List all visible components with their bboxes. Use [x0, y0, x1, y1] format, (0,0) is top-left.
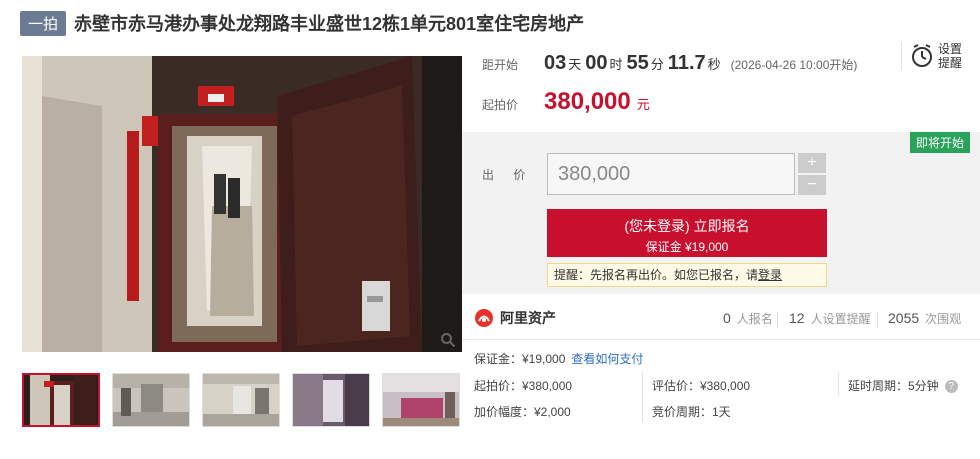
detail-divider [838, 372, 839, 396]
signup-button[interactable]: (您未登录) 立即报名 保证金 ¥19,000 [547, 209, 827, 257]
thumbnail-strip [22, 373, 472, 427]
stats-row: 阿里资产 0 人报名 12 人设置提醒 2055 次围观 [462, 300, 980, 340]
auction-round-tag: 一拍 [20, 10, 67, 36]
payment-help-link[interactable]: 查看如何支付 [571, 352, 643, 366]
delay-period-text: 延时周期：5分钟 [848, 379, 939, 393]
countdown-seconds: 11.7 [667, 52, 706, 74]
thumbnail-5[interactable] [382, 373, 460, 427]
detail-divider [642, 372, 643, 422]
view-count-label: 次围观 [925, 312, 962, 326]
decrease-bid-button[interactable]: − [798, 175, 826, 195]
countdown-minutes-unit: 分 [650, 57, 664, 72]
bid-panel: 即将开始 出 价 380,000 + − (您未登录) 立即报名 保证金 ¥19… [462, 132, 980, 294]
countdown-row: 距开始 03 天 00 时 55 分 11.7 秒 (2026-04-26 10… [482, 52, 857, 75]
thumbnail-1[interactable] [22, 373, 100, 427]
starting-price-value: 380,000 [544, 88, 631, 115]
bid-label: 出 价 [482, 168, 534, 182]
deposit-row: 保证金：¥19,000 查看如何支付 [474, 350, 643, 367]
reminder-count: 12 人设置提醒 [789, 310, 871, 327]
starting-price-label: 起拍价 [482, 98, 519, 112]
countdown-label: 距开始 [482, 58, 519, 72]
signup-button-label: (您未登录) 立即报名 [624, 218, 750, 234]
auction-info: 距开始 03 天 00 时 55 分 11.7 秒 (2026-04-26 10… [462, 38, 980, 132]
thumbnail-4[interactable] [292, 373, 370, 427]
main-photo[interactable] [22, 56, 462, 352]
page-title: 赤壁市赤马港办事处龙翔路丰业盛世12栋1单元801室住宅房地产 [74, 14, 585, 34]
detail-appraisal-price: 评估价：¥380,000 [652, 379, 751, 393]
view-count: 2055 次围观 [888, 310, 961, 327]
reminder-count-label: 人设置提醒 [810, 312, 871, 326]
reminder-count-num: 12 [789, 310, 805, 326]
countdown-hours-unit: 时 [609, 57, 623, 72]
stat-divider [877, 312, 878, 328]
increase-bid-button[interactable]: + [798, 153, 826, 173]
countdown-days: 03 [544, 52, 567, 74]
view-count-num: 2055 [888, 310, 920, 326]
signup-count: 0 人报名 [723, 310, 773, 327]
bid-stepper: + − [798, 153, 826, 195]
stat-divider [777, 312, 778, 328]
countdown-seconds-unit: 秒 [707, 57, 721, 72]
login-tip: 提醒：先报名再出价。如您已报名，请登录 [547, 263, 827, 287]
detail-start-price: 起拍价：¥380,000 [474, 379, 573, 393]
detail-delay-period: 延时周期：5分钟? [848, 377, 958, 394]
signup-count-num: 0 [723, 310, 731, 326]
thumbnail-3[interactable] [202, 373, 280, 427]
login-link[interactable]: 登录 [758, 268, 782, 282]
tip-text: 提醒：先报名再出价。如您已报名，请 [554, 268, 759, 282]
set-reminder-button[interactable]: 设置 提醒 [900, 42, 962, 70]
zoom-icon[interactable] [440, 332, 456, 348]
detail-bid-cycle: 竞价周期：1天 [652, 405, 731, 419]
bid-amount-input[interactable]: 380,000 [547, 153, 795, 195]
countdown-minutes: 55 [626, 52, 649, 74]
platform-name: 阿里资产 [500, 310, 556, 326]
start-time-note: (2026-04-26 10:00开始) [730, 58, 858, 72]
auction-details: 保证金：¥19,000 查看如何支付 起拍价：¥380,000 评估价：¥380,… [462, 342, 980, 459]
thumbnail-2[interactable] [112, 373, 190, 427]
alarm-clock-icon [911, 44, 932, 67]
doorway-photo [22, 56, 462, 352]
signup-deposit-label: 保证金 ¥19,000 [645, 240, 729, 254]
signup-count-label: 人报名 [736, 312, 773, 326]
starting-price-unit: 元 [636, 97, 650, 112]
starting-price-row: 起拍价 380,000 元 [482, 88, 650, 116]
help-icon[interactable]: ? [944, 380, 958, 394]
countdown-hours: 00 [585, 52, 608, 74]
reminder-label-line1: 设置 [937, 42, 962, 56]
reminder-label-line2: 提醒 [937, 56, 962, 70]
deposit-value: 保证金：¥19,000 [474, 352, 566, 366]
title-bar: 一拍 赤壁市赤马港办事处龙翔路丰业盛世12栋1单元801室住宅房地产 [20, 10, 584, 36]
platform-logo[interactable]: 阿里资产 [474, 308, 556, 328]
status-badge: 即将开始 [909, 132, 970, 153]
ali-assets-logo-icon [475, 309, 493, 327]
countdown-days-unit: 天 [568, 57, 582, 72]
detail-increment: 加价幅度：¥2,000 [474, 405, 571, 419]
